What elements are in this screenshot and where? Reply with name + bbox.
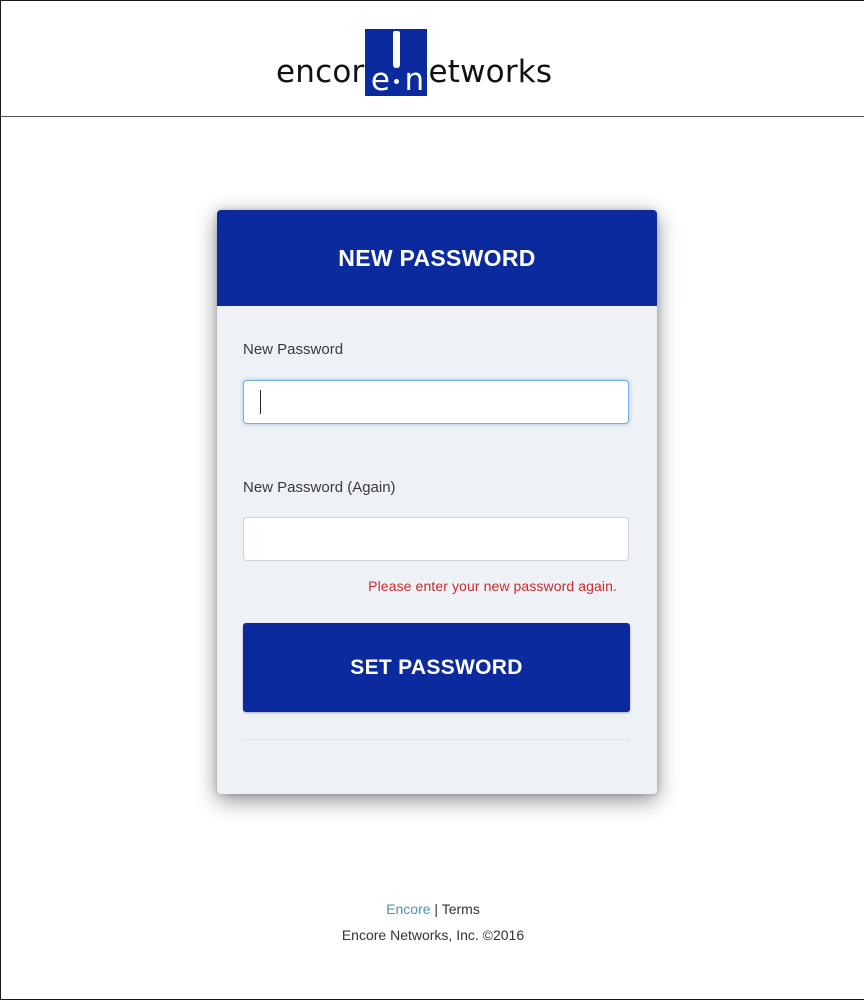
terms-link[interactable]: Terms [442, 901, 480, 917]
card-title: NEW PASSWORD [217, 210, 657, 306]
encore-networks-logo[interactable]: encor e n etworks [276, 26, 552, 96]
logo-mark: e n [365, 29, 428, 98]
footer-separator: | [434, 901, 439, 917]
error-message: Please enter your new password again. [368, 578, 617, 594]
set-password-button[interactable]: SET PASSWORD [243, 623, 630, 712]
page-frame: encor e n etworks NEW PASSWORD New Passw… [0, 0, 864, 1000]
site-header: encor e n etworks [1, 1, 864, 117]
copyright-text: Encore Networks, Inc. ©2016 [341, 927, 525, 943]
new-password-input[interactable] [243, 380, 629, 424]
encore-link[interactable]: Encore [386, 901, 430, 917]
new-password-again-input[interactable] [243, 517, 629, 561]
logo-text-right: etworks [428, 54, 553, 90]
logo-box-e: e [370, 62, 391, 98]
logo-box-n-wrap: n [401, 65, 428, 96]
new-password-label: New Password [243, 341, 344, 358]
new-password-card: NEW PASSWORD New Password New Password (… [217, 210, 657, 794]
footer-links: Encore | Terms [1, 896, 864, 922]
logo-dot-icon [394, 79, 400, 84]
logo-text-left: encor [276, 54, 365, 90]
site-footer: Encore | Terms Encore Networks, Inc. ©20… [1, 896, 864, 948]
logo-box-n: n [401, 65, 428, 96]
exclamation-icon [393, 31, 401, 68]
text-caret [260, 390, 261, 414]
new-password-again-label: New Password (Again) [243, 479, 396, 496]
card-divider [243, 739, 630, 740]
